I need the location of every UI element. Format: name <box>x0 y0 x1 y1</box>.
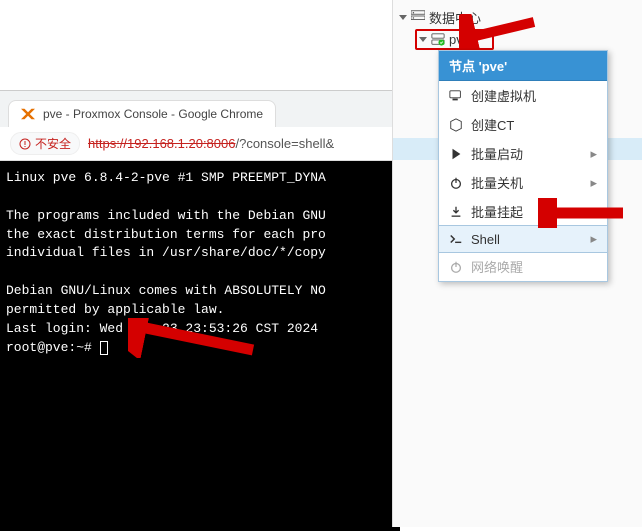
insecure-badge[interactable]: 不安全 <box>10 132 80 155</box>
menu-create-vm[interactable]: 创建虚拟机 <box>439 81 607 110</box>
menu-label: 创建CT <box>471 115 514 134</box>
tree-node-pve[interactable]: pve <box>393 28 642 50</box>
chevron-right-icon: ▸ <box>590 175 597 191</box>
menu-wol: 网络唤醒 <box>439 252 607 281</box>
power-icon <box>449 176 463 190</box>
menu-label: 创建虚拟机 <box>471 86 536 105</box>
server-icon <box>431 32 445 46</box>
menu-label: 批量关机 <box>471 173 523 192</box>
address-bar[interactable]: 不安全 https://192.168.1.20:8006/?console=s… <box>0 127 400 161</box>
caret-down-icon <box>419 37 427 42</box>
play-icon <box>449 147 463 161</box>
monitor-icon <box>449 89 463 103</box>
cube-icon <box>449 118 463 132</box>
browser-tabbar: pve - Proxmox Console - Google Chrome <box>0 91 400 127</box>
power-icon <box>449 260 463 274</box>
tree-datacenter[interactable]: 数据中心 <box>393 6 642 28</box>
menu-bulk-suspend[interactable]: 批量挂起 ▸ <box>439 197 607 226</box>
datacenter-icon <box>411 9 425 26</box>
menu-title: 节点 'pve' <box>439 51 607 81</box>
menu-bulk-start[interactable]: 批量启动 ▸ <box>439 139 607 168</box>
browser-tab-title: pve - Proxmox Console - Google Chrome <box>43 107 263 121</box>
chevron-right-icon: ▸ <box>590 204 597 220</box>
console-window: pve - Proxmox Console - Google Chrome 不安… <box>0 90 400 531</box>
menu-label: Shell <box>471 232 500 247</box>
url-text: https://192.168.1.20:8006/?console=shell… <box>88 136 334 151</box>
browser-tab[interactable]: pve - Proxmox Console - Google Chrome <box>8 100 276 127</box>
node-context-menu: 节点 'pve' 创建虚拟机 创建CT 批量启动 ▸ 批量关机 ▸ 批量挂起 ▸… <box>438 50 608 282</box>
chevron-right-icon: ▸ <box>590 146 597 162</box>
menu-label: 网络唤醒 <box>471 257 523 276</box>
insecure-label: 不安全 <box>35 135 71 152</box>
download-icon <box>449 205 463 219</box>
tree-label: pve <box>449 32 470 47</box>
caret-down-icon <box>399 15 407 20</box>
menu-label: 批量挂起 <box>471 202 523 221</box>
cursor <box>100 341 108 355</box>
warning-icon <box>19 138 31 150</box>
terminal[interactable]: Linux pve 6.8.4-2-pve #1 SMP PREEMPT_DYN… <box>0 161 400 531</box>
tree-label: 数据中心 <box>429 8 481 27</box>
menu-label: 批量启动 <box>471 144 523 163</box>
proxmox-icon <box>21 107 35 121</box>
menu-shell[interactable]: Shell ▸ <box>438 225 608 253</box>
terminal-icon <box>449 232 463 246</box>
menu-bulk-stop[interactable]: 批量关机 ▸ <box>439 168 607 197</box>
chevron-right-icon: ▸ <box>590 231 597 247</box>
menu-create-ct[interactable]: 创建CT <box>439 110 607 139</box>
